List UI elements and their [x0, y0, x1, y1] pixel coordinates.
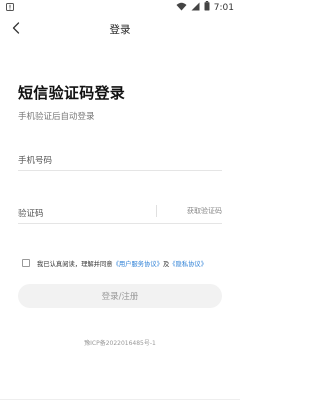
page-subtitle: 手机验证后自动登录: [18, 112, 95, 122]
nav-bar: 登录: [0, 14, 240, 44]
alert-icon: [6, 3, 14, 11]
icp-license: 豫ICP备2022016485号-1: [84, 340, 156, 347]
wifi-icon: [176, 2, 187, 14]
privacy-policy-link[interactable]: 《隐私协议》: [169, 259, 207, 268]
login-register-button[interactable]: 登录/注册: [18, 284, 222, 308]
phone-field-row: [18, 148, 222, 171]
code-input[interactable]: [18, 204, 148, 224]
nav-title: 登录: [109, 24, 131, 36]
status-bar: 7:01: [0, 0, 240, 14]
get-code-button[interactable]: 获取验证码: [187, 206, 222, 216]
agreement-text: 我已认真阅读，理解并同意: [37, 260, 113, 268]
code-field-row: 获取验证码: [18, 201, 222, 224]
page-title: 短信验证码登录: [18, 84, 126, 102]
field-divider: [156, 205, 157, 217]
signal-icon: [191, 2, 200, 14]
battery-icon: [204, 1, 210, 14]
agreement-row: 我已认真阅读，理解并同意 《用户服务协议》 及 《隐私协议》: [22, 257, 207, 269]
status-time: 7:01: [213, 2, 234, 13]
phone-input[interactable]: [18, 151, 148, 171]
user-agreement-link[interactable]: 《用户服务协议》: [113, 259, 163, 268]
agree-checkbox[interactable]: [22, 259, 30, 267]
